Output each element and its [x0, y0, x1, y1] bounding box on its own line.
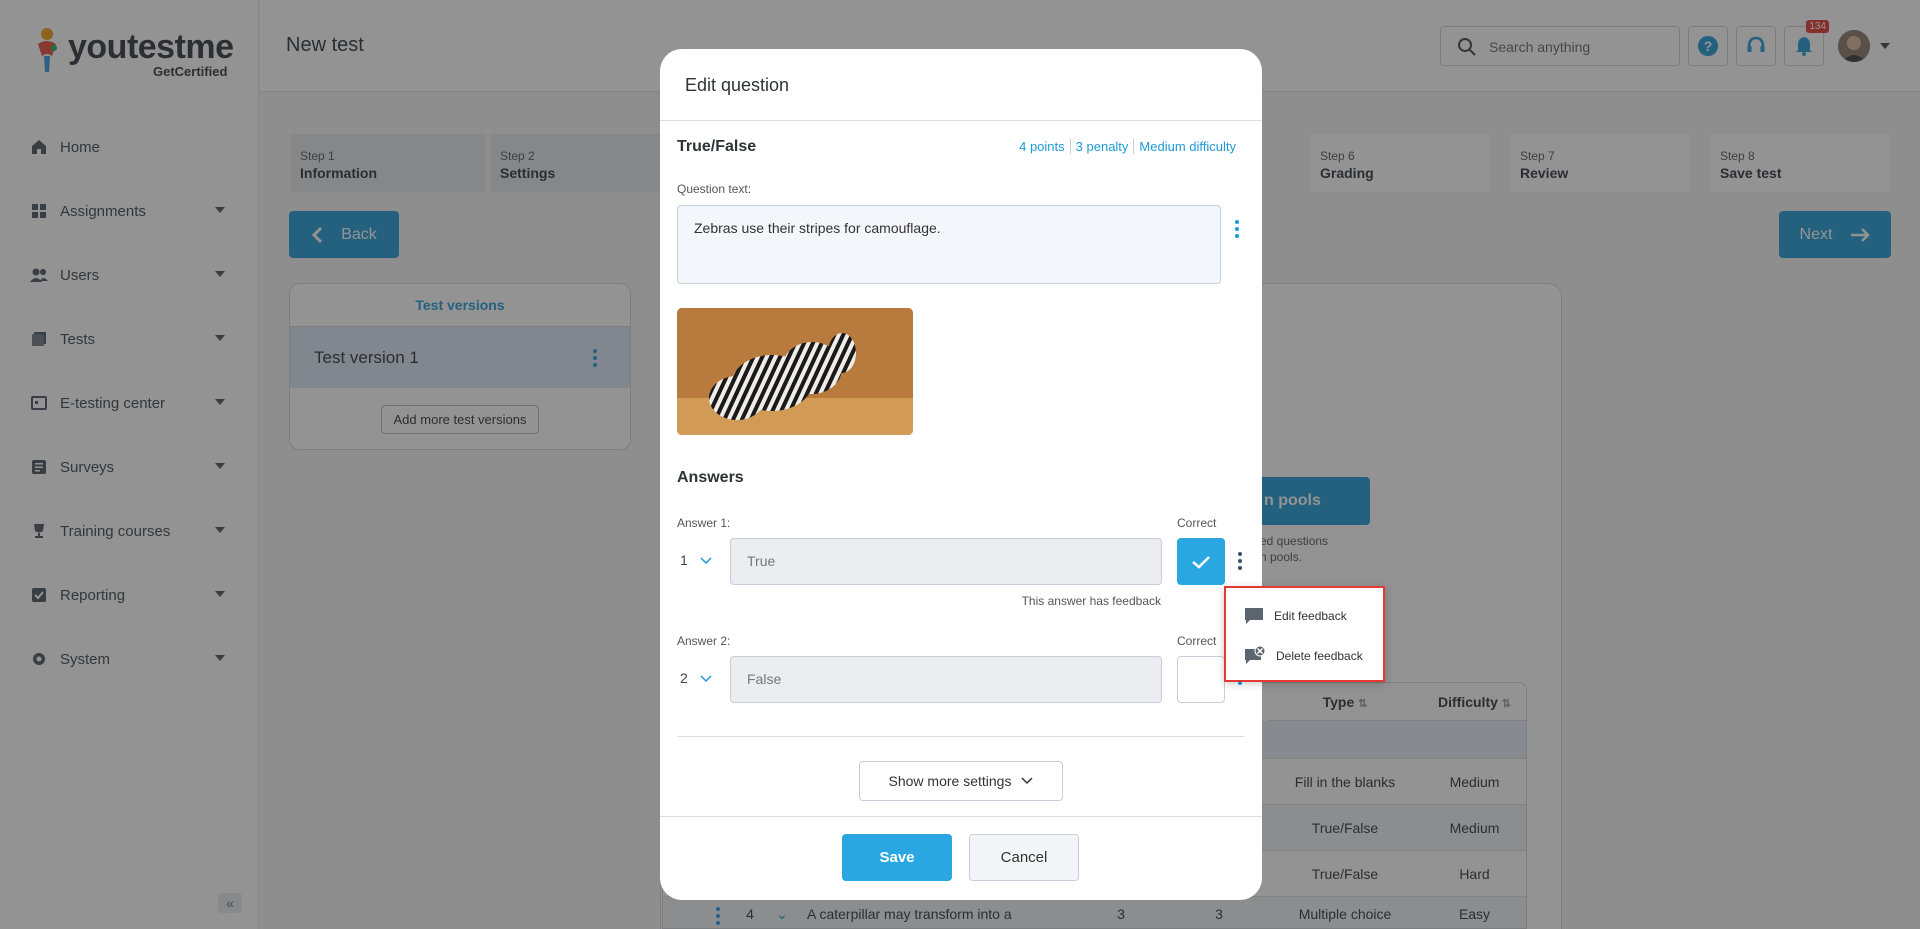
- answer-1-correct-checkbox[interactable]: [1177, 538, 1225, 585]
- answer-2-order[interactable]: 2: [680, 670, 688, 686]
- checkmark-icon: [1192, 555, 1210, 569]
- zebra-image: [677, 308, 913, 435]
- cancel-button[interactable]: Cancel: [969, 834, 1079, 881]
- question-text-field[interactable]: Zebras use their stripes for camouflage.: [677, 205, 1221, 284]
- chevron-down-icon: [1021, 777, 1033, 785]
- edit-question-modal: Edit question True/False 4 points 3 pena…: [660, 49, 1262, 900]
- feedback-menu: Edit feedback Delete feedback: [1224, 586, 1385, 682]
- show-more-settings-button[interactable]: Show more settings: [859, 761, 1063, 801]
- question-meta: 4 points 3 penalty Medium difficulty: [1014, 139, 1241, 154]
- question-options-kebab-icon[interactable]: [1234, 220, 1240, 238]
- answers-title: Answers: [677, 469, 744, 486]
- answer-1-options-kebab-icon[interactable]: [1237, 552, 1243, 570]
- correct-label: Correct: [1177, 516, 1217, 530]
- answer-1-order[interactable]: 1: [680, 552, 688, 568]
- answer-feedback-note: This answer has feedback: [1021, 594, 1161, 608]
- answer-2-input[interactable]: False: [730, 656, 1162, 703]
- answer-2-label: Answer 2:: [677, 634, 731, 648]
- divider: [677, 736, 1245, 737]
- chevron-down-icon[interactable]: [700, 557, 712, 565]
- question-text-label: Question text:: [677, 182, 752, 196]
- modal-title: Edit question: [660, 49, 1262, 121]
- question-image: [677, 308, 913, 435]
- question-type: True/False: [677, 138, 757, 155]
- difficulty-link[interactable]: Medium difficulty: [1133, 139, 1241, 154]
- comment-icon: [1245, 608, 1263, 624]
- answer-2-correct-checkbox[interactable]: [1177, 656, 1225, 703]
- delete-feedback-item[interactable]: Delete feedback: [1244, 644, 1363, 668]
- chevron-down-icon[interactable]: [700, 675, 712, 683]
- correct-label: Correct: [1177, 634, 1217, 648]
- answer-1-input[interactable]: True: [730, 538, 1162, 585]
- edit-feedback-item[interactable]: Edit feedback: [1244, 604, 1347, 628]
- delete-feedback-label: Delete feedback: [1276, 649, 1363, 663]
- show-more-label: Show more settings: [888, 773, 1012, 789]
- delete-comment-icon: [1245, 646, 1266, 664]
- modal-footer: [660, 816, 1262, 900]
- answer-1-label: Answer 1:: [677, 516, 731, 530]
- penalty-link[interactable]: 3 penalty: [1069, 139, 1134, 154]
- points-link[interactable]: 4 points: [1014, 139, 1070, 154]
- save-button[interactable]: Save: [842, 834, 952, 881]
- edit-feedback-label: Edit feedback: [1274, 609, 1347, 623]
